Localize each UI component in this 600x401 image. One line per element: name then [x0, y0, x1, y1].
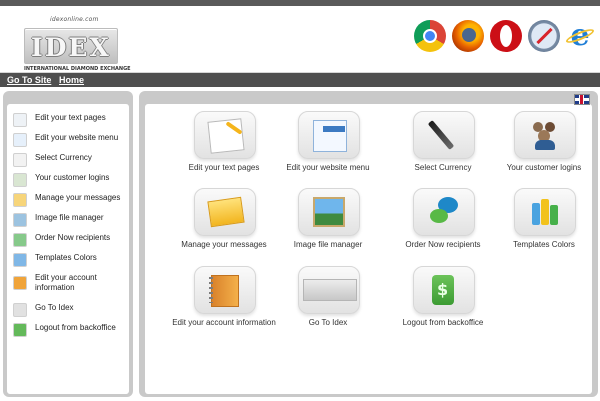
idex-logo-icon	[303, 279, 357, 301]
sidebar-item-label: Templates Colors	[35, 253, 97, 262]
website-menu-icon	[313, 120, 347, 152]
internet-explorer-icon: e	[564, 20, 596, 52]
customers-icon	[529, 120, 561, 150]
tile-manage-messages[interactable]: Manage your messages	[162, 188, 282, 252]
browser-icons: e	[414, 20, 596, 58]
opera-icon	[490, 20, 522, 52]
colors-icon	[529, 197, 561, 227]
idex-logo-icon	[13, 303, 27, 317]
chat-bubbles-icon	[13, 233, 27, 247]
text-pages-icon	[13, 113, 27, 127]
tile-box	[413, 188, 475, 236]
image-icon	[313, 197, 345, 227]
tile-box	[413, 111, 475, 159]
sidebar-item-logout[interactable]: Logout from backoffice	[11, 320, 129, 338]
sidebar-item-text-pages[interactable]: Edit your text pages	[11, 110, 129, 128]
tile-label: Logout from backoffice	[402, 318, 484, 327]
sidebar-item-order-now[interactable]: Order Now recipients	[11, 230, 129, 248]
sidebar-item-label: Order Now recipients	[35, 233, 111, 242]
tile-box	[194, 266, 256, 314]
sidebar: Edit your text pages Edit your website m…	[3, 91, 133, 397]
tile-label: Image file manager	[293, 240, 363, 249]
tile-label: Your customer logins	[506, 163, 582, 172]
firefox-icon	[452, 20, 484, 52]
tile-account-information[interactable]: Edit your account information	[162, 266, 282, 330]
top-nav: Go To Site Home	[0, 73, 600, 87]
sidebar-item-image-manager[interactable]: Image file manager	[11, 210, 129, 228]
tile-box	[514, 111, 576, 159]
tile-go-to-idex[interactable]: Go To Idex	[266, 266, 386, 330]
sidebar-item-label: Go To Idex	[35, 303, 74, 312]
tile-edit-text-pages[interactable]: Edit your text pages	[162, 111, 282, 175]
sidebar-item-label: Manage your messages	[35, 193, 121, 202]
safari-icon	[528, 20, 560, 52]
account-book-icon	[13, 276, 27, 290]
sidebar-item-account-info[interactable]: Edit your account information	[11, 270, 129, 296]
logo-mark-text: IDEX	[31, 33, 111, 62]
chat-bubbles-icon	[428, 197, 460, 227]
sidebar-item-currency[interactable]: Select Currency	[11, 150, 129, 168]
sidebar-item-label: Edit your website menu	[35, 133, 119, 142]
sidebar-item-label: Edit your text pages	[35, 113, 106, 122]
tile-box	[298, 188, 360, 236]
tile-templates-colors[interactable]: Templates Colors	[482, 188, 600, 252]
header: idexonline.com IDEX INTERNATIONAL DIAMON…	[0, 6, 600, 73]
tile-box: $	[413, 266, 475, 314]
sidebar-item-label: Image file manager	[35, 213, 104, 222]
sidebar-list: Edit your text pages Edit your website m…	[7, 104, 129, 394]
home-link[interactable]: Home	[59, 73, 84, 87]
tile-label: Go To Idex	[308, 318, 348, 327]
tile-box	[194, 111, 256, 159]
sidebar-item-label: Logout from backoffice	[35, 323, 116, 332]
envelope-icon	[207, 196, 245, 228]
tile-logout[interactable]: $ Logout from backoffice	[381, 266, 501, 330]
sidebar-item-label: Edit your account information	[35, 273, 97, 292]
language-flag-icon[interactable]	[574, 94, 590, 105]
currency-pen-icon	[427, 120, 460, 150]
currency-pen-icon	[13, 153, 27, 167]
idex-logo[interactable]: idexonline.com IDEX INTERNATIONAL DIAMON…	[22, 16, 131, 74]
tile-label: Templates Colors	[513, 240, 575, 249]
sidebar-item-label: Your customer logins	[35, 173, 110, 182]
sidebar-item-go-to-idex[interactable]: Go To Idex	[11, 300, 129, 318]
envelope-icon	[13, 193, 27, 207]
tile-box	[194, 188, 256, 236]
sidebar-item-label: Select Currency	[35, 153, 92, 162]
tile-image-file-manager[interactable]: Image file manager	[266, 188, 386, 252]
logout-icon	[13, 323, 27, 337]
logo-tagline: INTERNATIONAL DIAMOND EXCHANGE	[24, 66, 131, 72]
sidebar-item-messages[interactable]: Manage your messages	[11, 190, 129, 208]
tile-edit-website-menu[interactable]: Edit your website menu	[266, 111, 386, 175]
chrome-icon	[414, 20, 446, 52]
image-icon	[13, 213, 27, 227]
colors-icon	[13, 253, 27, 267]
tile-box	[514, 188, 576, 236]
sidebar-item-customer-logins[interactable]: Your customer logins	[11, 170, 129, 188]
sidebar-item-website-menu[interactable]: Edit your website menu	[11, 130, 129, 148]
logo-url-text: idexonline.com	[50, 16, 99, 23]
logo-mark: IDEX	[24, 28, 118, 64]
customers-icon	[13, 173, 27, 187]
tile-label: Edit your website menu	[286, 163, 370, 172]
tile-box	[298, 111, 360, 159]
account-book-icon	[211, 275, 239, 307]
go-to-site-link[interactable]: Go To Site	[7, 73, 51, 87]
tile-box	[298, 266, 360, 314]
tile-customer-logins[interactable]: Your customer logins	[482, 111, 600, 175]
sidebar-item-templates-colors[interactable]: Templates Colors	[11, 250, 129, 268]
website-menu-icon	[13, 133, 27, 147]
